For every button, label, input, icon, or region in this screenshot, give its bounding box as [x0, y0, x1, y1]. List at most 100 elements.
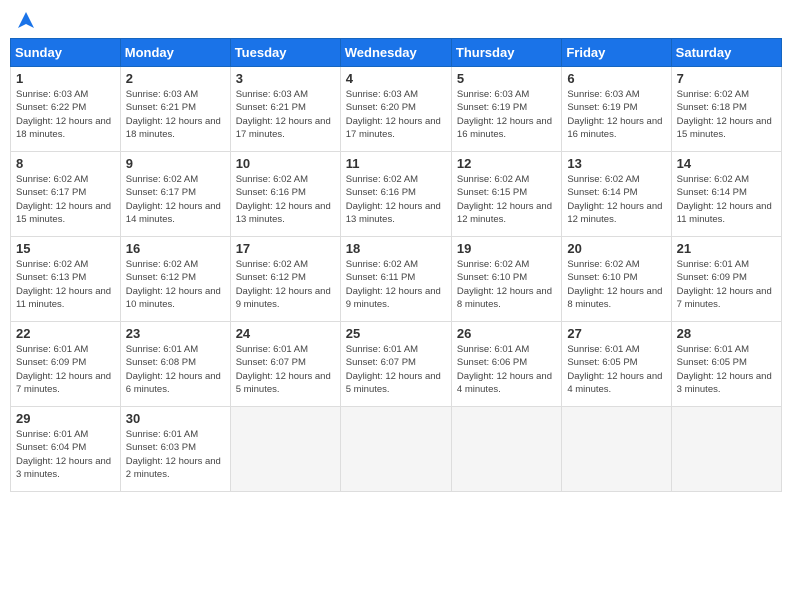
day-number: 4: [346, 71, 446, 86]
day-info: Sunrise: 6:03 AMSunset: 6:19 PMDaylight:…: [567, 88, 665, 141]
calendar-cell: 30 Sunrise: 6:01 AMSunset: 6:03 PMDaylig…: [120, 407, 230, 492]
calendar-header-row: SundayMondayTuesdayWednesdayThursdayFrid…: [11, 39, 782, 67]
day-of-week-header: Friday: [562, 39, 671, 67]
day-of-week-header: Thursday: [451, 39, 561, 67]
day-info: Sunrise: 6:02 AMSunset: 6:14 PMDaylight:…: [567, 173, 665, 226]
day-number: 6: [567, 71, 665, 86]
calendar-cell: 19 Sunrise: 6:02 AMSunset: 6:10 PMDaylig…: [451, 237, 561, 322]
calendar-cell: 8 Sunrise: 6:02 AMSunset: 6:17 PMDayligh…: [11, 152, 121, 237]
calendar-cell: [671, 407, 781, 492]
day-info: Sunrise: 6:02 AMSunset: 6:12 PMDaylight:…: [126, 258, 225, 311]
day-number: 17: [236, 241, 335, 256]
calendar-table: SundayMondayTuesdayWednesdayThursdayFrid…: [10, 38, 782, 492]
calendar-cell: 6 Sunrise: 6:03 AMSunset: 6:19 PMDayligh…: [562, 67, 671, 152]
calendar-week-row: 8 Sunrise: 6:02 AMSunset: 6:17 PMDayligh…: [11, 152, 782, 237]
calendar-cell: 13 Sunrise: 6:02 AMSunset: 6:14 PMDaylig…: [562, 152, 671, 237]
day-of-week-header: Sunday: [11, 39, 121, 67]
calendar-cell: 25 Sunrise: 6:01 AMSunset: 6:07 PMDaylig…: [340, 322, 451, 407]
day-number: 10: [236, 156, 335, 171]
calendar-cell: 2 Sunrise: 6:03 AMSunset: 6:21 PMDayligh…: [120, 67, 230, 152]
calendar-cell: [340, 407, 451, 492]
calendar-cell: 22 Sunrise: 6:01 AMSunset: 6:09 PMDaylig…: [11, 322, 121, 407]
day-number: 16: [126, 241, 225, 256]
day-number: 19: [457, 241, 556, 256]
day-number: 30: [126, 411, 225, 426]
calendar-cell: 20 Sunrise: 6:02 AMSunset: 6:10 PMDaylig…: [562, 237, 671, 322]
day-number: 20: [567, 241, 665, 256]
day-info: Sunrise: 6:01 AMSunset: 6:08 PMDaylight:…: [126, 343, 225, 396]
day-info: Sunrise: 6:02 AMSunset: 6:10 PMDaylight:…: [457, 258, 556, 311]
calendar-week-row: 1 Sunrise: 6:03 AMSunset: 6:22 PMDayligh…: [11, 67, 782, 152]
calendar-cell: 1 Sunrise: 6:03 AMSunset: 6:22 PMDayligh…: [11, 67, 121, 152]
calendar-cell: 17 Sunrise: 6:02 AMSunset: 6:12 PMDaylig…: [230, 237, 340, 322]
day-number: 2: [126, 71, 225, 86]
calendar-week-row: 22 Sunrise: 6:01 AMSunset: 6:09 PMDaylig…: [11, 322, 782, 407]
day-number: 18: [346, 241, 446, 256]
day-info: Sunrise: 6:02 AMSunset: 6:15 PMDaylight:…: [457, 173, 556, 226]
day-number: 29: [16, 411, 115, 426]
day-info: Sunrise: 6:03 AMSunset: 6:19 PMDaylight:…: [457, 88, 556, 141]
logo: [14, 10, 36, 30]
calendar-cell: 12 Sunrise: 6:02 AMSunset: 6:15 PMDaylig…: [451, 152, 561, 237]
day-info: Sunrise: 6:01 AMSunset: 6:07 PMDaylight:…: [346, 343, 446, 396]
day-number: 28: [677, 326, 776, 341]
calendar-cell: 21 Sunrise: 6:01 AMSunset: 6:09 PMDaylig…: [671, 237, 781, 322]
day-info: Sunrise: 6:01 AMSunset: 6:07 PMDaylight:…: [236, 343, 335, 396]
day-info: Sunrise: 6:01 AMSunset: 6:09 PMDaylight:…: [677, 258, 776, 311]
calendar-cell: 7 Sunrise: 6:02 AMSunset: 6:18 PMDayligh…: [671, 67, 781, 152]
calendar-cell: 23 Sunrise: 6:01 AMSunset: 6:08 PMDaylig…: [120, 322, 230, 407]
day-number: 21: [677, 241, 776, 256]
day-number: 7: [677, 71, 776, 86]
day-number: 3: [236, 71, 335, 86]
day-info: Sunrise: 6:03 AMSunset: 6:20 PMDaylight:…: [346, 88, 446, 141]
day-info: Sunrise: 6:02 AMSunset: 6:16 PMDaylight:…: [236, 173, 335, 226]
day-of-week-header: Saturday: [671, 39, 781, 67]
day-info: Sunrise: 6:01 AMSunset: 6:03 PMDaylight:…: [126, 428, 225, 481]
logo-icon: [16, 10, 36, 30]
day-number: 22: [16, 326, 115, 341]
day-info: Sunrise: 6:01 AMSunset: 6:06 PMDaylight:…: [457, 343, 556, 396]
day-info: Sunrise: 6:02 AMSunset: 6:11 PMDaylight:…: [346, 258, 446, 311]
calendar-cell: 29 Sunrise: 6:01 AMSunset: 6:04 PMDaylig…: [11, 407, 121, 492]
day-info: Sunrise: 6:02 AMSunset: 6:13 PMDaylight:…: [16, 258, 115, 311]
day-of-week-header: Wednesday: [340, 39, 451, 67]
calendar-cell: 28 Sunrise: 6:01 AMSunset: 6:05 PMDaylig…: [671, 322, 781, 407]
calendar-cell: 4 Sunrise: 6:03 AMSunset: 6:20 PMDayligh…: [340, 67, 451, 152]
day-info: Sunrise: 6:02 AMSunset: 6:12 PMDaylight:…: [236, 258, 335, 311]
day-number: 1: [16, 71, 115, 86]
day-number: 24: [236, 326, 335, 341]
day-info: Sunrise: 6:02 AMSunset: 6:14 PMDaylight:…: [677, 173, 776, 226]
day-number: 27: [567, 326, 665, 341]
day-info: Sunrise: 6:03 AMSunset: 6:22 PMDaylight:…: [16, 88, 115, 141]
day-info: Sunrise: 6:02 AMSunset: 6:10 PMDaylight:…: [567, 258, 665, 311]
day-info: Sunrise: 6:03 AMSunset: 6:21 PMDaylight:…: [126, 88, 225, 141]
day-number: 14: [677, 156, 776, 171]
calendar-cell: [451, 407, 561, 492]
day-info: Sunrise: 6:01 AMSunset: 6:05 PMDaylight:…: [567, 343, 665, 396]
calendar-cell: 27 Sunrise: 6:01 AMSunset: 6:05 PMDaylig…: [562, 322, 671, 407]
day-info: Sunrise: 6:01 AMSunset: 6:04 PMDaylight:…: [16, 428, 115, 481]
day-number: 15: [16, 241, 115, 256]
calendar-cell: 24 Sunrise: 6:01 AMSunset: 6:07 PMDaylig…: [230, 322, 340, 407]
day-number: 26: [457, 326, 556, 341]
calendar-cell: [230, 407, 340, 492]
day-number: 11: [346, 156, 446, 171]
calendar-cell: 18 Sunrise: 6:02 AMSunset: 6:11 PMDaylig…: [340, 237, 451, 322]
calendar-cell: 10 Sunrise: 6:02 AMSunset: 6:16 PMDaylig…: [230, 152, 340, 237]
day-number: 5: [457, 71, 556, 86]
day-number: 8: [16, 156, 115, 171]
calendar-cell: 15 Sunrise: 6:02 AMSunset: 6:13 PMDaylig…: [11, 237, 121, 322]
calendar-week-row: 29 Sunrise: 6:01 AMSunset: 6:04 PMDaylig…: [11, 407, 782, 492]
day-number: 25: [346, 326, 446, 341]
day-of-week-header: Monday: [120, 39, 230, 67]
calendar-cell: 14 Sunrise: 6:02 AMSunset: 6:14 PMDaylig…: [671, 152, 781, 237]
day-info: Sunrise: 6:03 AMSunset: 6:21 PMDaylight:…: [236, 88, 335, 141]
calendar-cell: 5 Sunrise: 6:03 AMSunset: 6:19 PMDayligh…: [451, 67, 561, 152]
day-info: Sunrise: 6:02 AMSunset: 6:16 PMDaylight:…: [346, 173, 446, 226]
day-number: 12: [457, 156, 556, 171]
calendar-week-row: 15 Sunrise: 6:02 AMSunset: 6:13 PMDaylig…: [11, 237, 782, 322]
calendar-cell: 16 Sunrise: 6:02 AMSunset: 6:12 PMDaylig…: [120, 237, 230, 322]
calendar-cell: 3 Sunrise: 6:03 AMSunset: 6:21 PMDayligh…: [230, 67, 340, 152]
calendar-cell: [562, 407, 671, 492]
calendar-cell: 9 Sunrise: 6:02 AMSunset: 6:17 PMDayligh…: [120, 152, 230, 237]
